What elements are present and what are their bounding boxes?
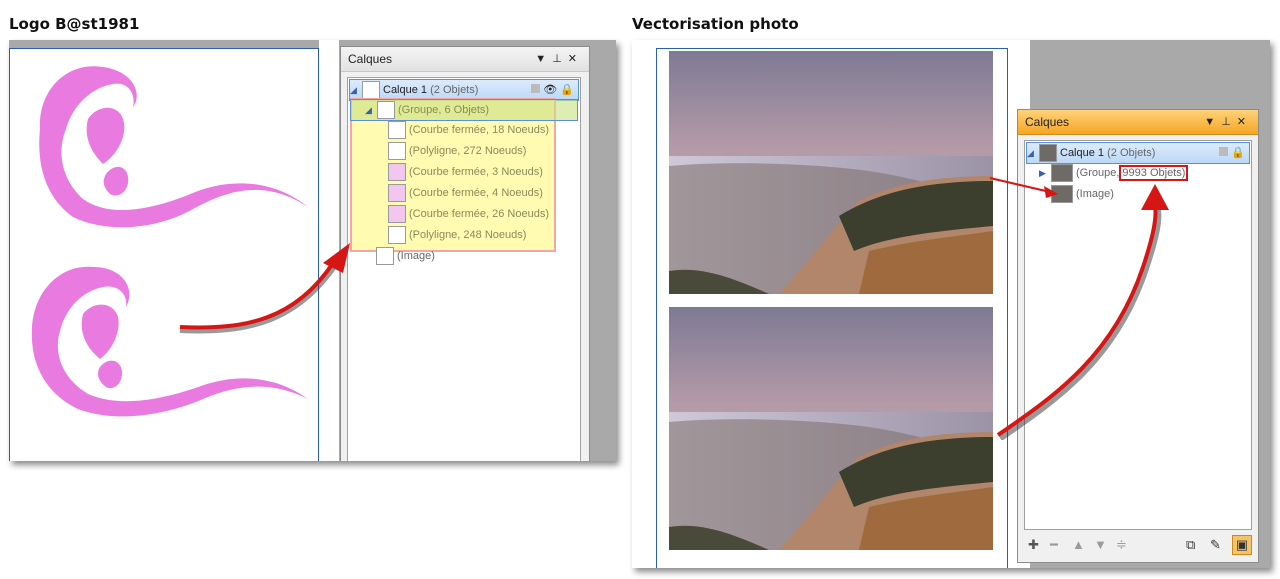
group-label: (Groupe, 6 Objets): [398, 104, 490, 116]
left-panel-title: Calques: [348, 52, 393, 66]
left-layers-tree: ◢ Calque 1 (2 Objets) 👁 🔒 ◢ (Groupe, 6 Obj…: [347, 77, 581, 461]
heading-left: Logo B@st1981: [9, 15, 140, 33]
close-icon[interactable]: ✕: [568, 53, 583, 65]
view-icon[interactable]: ▣: [1232, 535, 1252, 555]
move-up-icon[interactable]: ▲: [1072, 537, 1085, 552]
child-row[interactable]: (Courbe fermée, 4 Noeuds): [388, 183, 543, 203]
merge-icon[interactable]: ≑: [1116, 537, 1127, 553]
child-label: (Courbe fermée, 3 Noeuds): [409, 166, 543, 178]
group-label-prefix: (Groupe,: [1076, 167, 1120, 179]
lock-icon[interactable]: 🔒: [560, 84, 574, 96]
layer-thumbnail: [1039, 144, 1057, 163]
polyline-thumbnail: [388, 142, 406, 161]
layer-count: (2 Objets): [1107, 147, 1156, 159]
square-icon[interactable]: [1219, 147, 1229, 156]
eye-icon[interactable]: 👁: [543, 84, 557, 96]
remove-icon[interactable]: ━: [1050, 537, 1058, 553]
lock-icon[interactable]: 🔒: [1231, 147, 1245, 159]
child-row[interactable]: (Polyligne, 248 Noeuds): [388, 225, 526, 245]
group-count-highlight: 9993 Objets): [1119, 165, 1189, 181]
dropdown-icon[interactable]: ▼: [535, 53, 552, 65]
layer-thumbnail: [362, 81, 380, 100]
right-panel-titlebar[interactable]: Calques ▼⊥✕: [1018, 110, 1258, 135]
edit-icon[interactable]: ✎: [1210, 537, 1221, 553]
close-icon[interactable]: ✕: [1237, 116, 1252, 128]
collapse-icon[interactable]: ◢: [1027, 143, 1039, 163]
child-label: (Courbe fermée, 4 Noeuds): [409, 187, 543, 199]
arrow-right-big: [996, 184, 1169, 440]
child-row[interactable]: (Polyligne, 272 Noeuds): [388, 141, 526, 161]
right-canvas-page: [656, 48, 1008, 568]
child-label: (Polyligne, 248 Noeuds): [409, 229, 527, 241]
layers-toolbar: ✚ ━ ▲ ▼ ≑ ⧉ ✎ ▣: [1024, 535, 1252, 557]
logo-shape-hair: [39, 66, 309, 228]
curve-thumbnail: [388, 163, 406, 182]
polyline-thumbnail: [388, 226, 406, 245]
logo-artwork-top: [39, 66, 309, 228]
arrow-right-line: [996, 205, 1158, 437]
logo-shape-face: [86, 107, 125, 164]
collapse-icon[interactable]: ◢: [365, 100, 377, 120]
child-row[interactable]: (Courbe fermée, 3 Noeuds): [388, 162, 543, 182]
child-label: (Courbe fermée, 26 Noeuds): [409, 208, 550, 220]
square-icon[interactable]: [531, 84, 541, 93]
right-panel-title: Calques: [1025, 115, 1070, 129]
child-label: (Polyligne, 272 Noeuds): [409, 145, 527, 157]
dropdown-icon[interactable]: ▼: [1204, 116, 1221, 128]
select-icon[interactable]: ⧉: [1186, 537, 1195, 553]
pin-icon[interactable]: ⊥: [1221, 116, 1237, 128]
group-row[interactable]: ◢ (Groupe, 6 Objets): [350, 99, 578, 121]
image-label: (Image): [397, 250, 435, 262]
curve-thumbnail: [388, 205, 406, 224]
left-panel-titlebar[interactable]: Calques ▼⊥✕: [341, 47, 589, 72]
layer-name: Calque 1: [383, 84, 428, 96]
arrow-left: [179, 243, 350, 334]
logo-shape-heart-2: [98, 360, 123, 389]
logo-shape-face-2: [81, 304, 119, 359]
layer-name: Calque 1: [1060, 147, 1105, 159]
arrow-right-head: [1141, 184, 1169, 210]
child-row[interactable]: (Courbe fermée, 18 Noeuds): [388, 120, 549, 140]
photo-top: [669, 51, 993, 294]
image-row[interactable]: (Image): [376, 246, 435, 266]
curve-thumbnail: [388, 121, 406, 140]
child-row[interactable]: (Courbe fermée, 26 Noeuds): [388, 204, 549, 224]
group-thumbnail: [377, 101, 395, 120]
add-icon[interactable]: ✚: [1028, 537, 1039, 553]
pin-icon[interactable]: ⊥: [552, 53, 568, 65]
curve-thumbnail: [388, 184, 406, 203]
image-thumbnail: [376, 247, 394, 266]
child-label: (Courbe fermée, 18 Noeuds): [409, 124, 550, 136]
layer-row-calque1[interactable]: ◢ Calque 1 (2 Objets) 🔒: [1026, 142, 1250, 164]
logo-shape-heart: [103, 166, 129, 196]
left-layers-panel: Calques ▼⊥✕ ◢ Calque 1 (2 Objets) 👁 🔒 ◢ (G…: [340, 46, 590, 461]
layer-count: (2 Objets): [430, 84, 479, 96]
photo-bottom: [669, 307, 993, 550]
move-down-icon[interactable]: ▼: [1094, 537, 1107, 552]
heading-right: Vectorisation photo: [632, 15, 799, 33]
